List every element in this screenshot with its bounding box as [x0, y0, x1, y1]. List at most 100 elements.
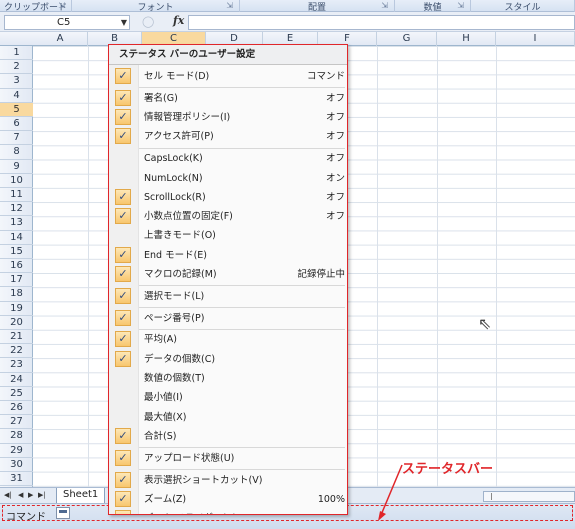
row-header-7[interactable]: 7	[0, 131, 33, 146]
menu-item[interactable]: ✓ マクロの記録(M) 記録停止中	[109, 265, 347, 284]
cancel-icon[interactable]: ◯	[142, 15, 156, 29]
row-header-18[interactable]: 18	[0, 287, 33, 302]
menu-item[interactable]: CapsLock(K) オフ	[109, 149, 347, 168]
column-header-g[interactable]: G	[377, 32, 437, 46]
row-header-30[interactable]: 30	[0, 458, 33, 472]
row-header-16[interactable]: 16	[0, 259, 33, 274]
row-header-28[interactable]: 28	[0, 429, 33, 444]
menu-item[interactable]: ✓ 選択モード(L)	[109, 287, 347, 306]
checkmark-icon: ✓	[115, 128, 131, 145]
menu-item[interactable]: ✓ データの個数(C)	[109, 350, 347, 369]
insert-function-icon[interactable]: fx	[173, 14, 184, 27]
menu-item[interactable]: ✓ 小数点位置の固定(F) オフ	[109, 207, 347, 226]
menu-item-label: 合計(S)	[144, 430, 177, 442]
row-header-10[interactable]: 10	[0, 174, 33, 188]
name-box[interactable]: C5 ▼	[4, 15, 130, 30]
row-header-2[interactable]: 2	[0, 60, 33, 75]
menu-item[interactable]: ✓ End モード(E)	[109, 246, 347, 265]
ribbon-group-label: フォント ⇲	[72, 0, 240, 13]
menu-item-label: ページ番号(P)	[144, 312, 205, 324]
row-header-22[interactable]: 22	[0, 344, 33, 359]
mouse-pointer-icon: ⇖	[478, 314, 492, 333]
row-header-11[interactable]: 11	[0, 188, 33, 203]
grid-line	[496, 46, 497, 487]
menu-item[interactable]: ✓ セル モード(D) コマンド	[109, 67, 347, 86]
row-header-20[interactable]: 20	[0, 316, 33, 330]
chevron-down-icon[interactable]: ▼	[121, 16, 127, 29]
row-header: 1 2 3 4 5 6 7 8 9 10 11 12 13 14 15 16 17 18 19 20 21 22 23 24 2…	[0, 46, 33, 487]
ribbon-group-label: クリップボード ⇲	[0, 0, 72, 13]
column-header-h[interactable]: H	[437, 32, 496, 46]
menu-item[interactable]: 数値の個数(T)	[109, 369, 347, 388]
menu-item[interactable]: 最小値(I)	[109, 388, 347, 407]
row-header-1[interactable]: 1	[0, 46, 33, 61]
menu-item[interactable]: NumLock(N) オン	[109, 169, 347, 188]
menu-item[interactable]: ✓ 平均(A)	[109, 330, 347, 349]
checkmark-icon: ✓	[115, 309, 131, 326]
dialog-launcher-icon[interactable]: ⇲	[381, 1, 388, 10]
menu-item[interactable]: ✓ 表示選択ショートカット(V)	[109, 471, 347, 490]
menu-item[interactable]: 上書きモード(O)	[109, 226, 347, 245]
sheet-tab[interactable]: Sheet1	[56, 488, 106, 504]
menu-item-label: CapsLock(K)	[144, 153, 203, 165]
dialog-launcher-icon[interactable]: ⇲	[58, 1, 65, 10]
checkmark-icon: ✓	[115, 427, 131, 444]
menu-item[interactable]: ✓ アクセス許可(P) オフ	[109, 127, 347, 146]
ribbon-group-text: スタイル	[504, 2, 541, 13]
row-header-17[interactable]: 17	[0, 273, 33, 288]
menu-item-label: マクロの記録(M)	[144, 269, 217, 280]
row-header-6[interactable]: 6	[0, 117, 33, 132]
row-header-14[interactable]: 14	[0, 231, 33, 245]
next-sheet-icon[interactable]: ▶	[28, 491, 33, 499]
first-sheet-icon[interactable]: ◀|	[4, 491, 12, 499]
row-header-5[interactable]: 5	[0, 102, 33, 117]
row-header-29[interactable]: 29	[0, 444, 33, 458]
row-header-24[interactable]: 24	[0, 373, 33, 387]
status-bar-customize-menu: ステータス バーのユーザー設定 ✓ セル モード(D) コマンド ✓ 署名(G) オフ ✓ 情…	[108, 44, 348, 515]
checkmark-icon: ✓	[115, 188, 131, 205]
menu-item-label: 選択モード(L)	[144, 290, 205, 302]
row-header-15[interactable]: 15	[0, 245, 33, 259]
menu-item[interactable]: 最大値(X)	[109, 408, 347, 427]
checkmark-icon: ✓	[115, 449, 131, 466]
menu-item[interactable]: ✓ アップロード状態(U)	[109, 449, 347, 468]
column-header-a[interactable]: A	[33, 32, 88, 46]
row-header-19[interactable]: 19	[0, 302, 33, 316]
row-header-25[interactable]: 25	[0, 387, 33, 401]
menu-item-value: オフ	[325, 112, 345, 124]
menu-item[interactable]: ✓ 合計(S)	[109, 427, 347, 446]
checkmark-icon: ✓	[115, 490, 131, 507]
dialog-launcher-icon[interactable]: ⇲	[226, 1, 233, 10]
row-header-23[interactable]: 23	[0, 358, 33, 373]
menu-item-label: 最小値(I)	[144, 392, 183, 404]
row-header-3[interactable]: 3	[0, 74, 33, 89]
menu-item[interactable]: ✓ 署名(G) オフ	[109, 89, 347, 108]
last-sheet-icon[interactable]: ▶|	[38, 491, 46, 499]
checkmark-icon: ✓	[115, 109, 131, 126]
row-header-4[interactable]: 4	[0, 89, 33, 103]
column-header-i[interactable]: I	[496, 32, 575, 46]
horizontal-scrollbar[interactable]	[483, 491, 575, 502]
row-header-27[interactable]: 27	[0, 415, 33, 430]
prev-sheet-icon[interactable]: ◀	[18, 491, 23, 499]
menu-item-value: オフ	[325, 211, 345, 223]
row-header-21[interactable]: 21	[0, 330, 33, 345]
menu-item[interactable]: ✓ 情報管理ポリシー(I) オフ	[109, 108, 347, 127]
row-header-8[interactable]: 8	[0, 145, 33, 160]
row-header-31[interactable]: 31	[0, 472, 33, 487]
menu-item[interactable]: ✓ ScrollLock(R) オフ	[109, 188, 347, 207]
row-header-13[interactable]: 13	[0, 216, 33, 231]
menu-item[interactable]: ✓ ページ番号(P)	[109, 309, 347, 328]
menu-item[interactable]: ✓ ズーム スライダー(Z)	[109, 509, 347, 514]
menu-item-label: アップロード状態(U)	[144, 452, 235, 464]
menu-item[interactable]: ✓ ズーム(Z) 100%	[109, 490, 347, 509]
menu-item-label: NumLock(N)	[144, 172, 203, 184]
row-header-9[interactable]: 9	[0, 160, 33, 174]
menu-item-value: コマンド	[306, 71, 345, 82]
grid-line	[437, 46, 438, 487]
row-header-12[interactable]: 12	[0, 202, 33, 217]
dialog-launcher-icon[interactable]: ⇲	[457, 1, 464, 10]
menu-item-value: オフ	[325, 131, 345, 143]
row-header-26[interactable]: 26	[0, 401, 33, 416]
formula-input[interactable]	[188, 15, 575, 30]
